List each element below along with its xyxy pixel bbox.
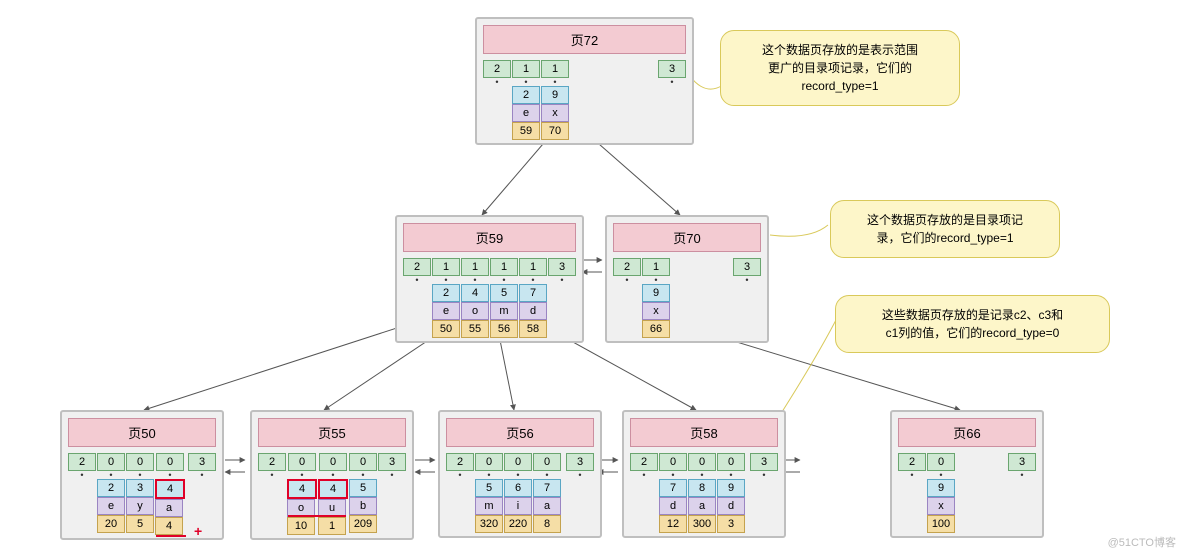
plus-icon: + [194,523,202,539]
watermark: @51CTO博客 [1108,534,1176,550]
val: 70 [541,122,569,140]
hdr: 2 [483,60,511,78]
page-title: 页72 [483,25,686,54]
page-56: 页56 2• 0• 5m320 0• 6i220 0• 7a8 3• [438,410,602,538]
val: 2 [512,86,540,104]
hdr: 1 [512,60,540,78]
page-title: 页59 [403,223,576,252]
highlighted-cell: 4 [287,479,317,499]
highlighted-cell: 4 [155,479,185,499]
page-59: 页59 2• 1• 2e50 1• 4o55 1• 5m56 1• 7d58 3… [395,215,584,343]
page-72: 页72 2• 1• 2 e 59 1• 9 x 70 3• [475,17,694,145]
hdr: 1 [541,60,569,78]
highlighted-cell: 4 [318,479,348,499]
val: e [512,104,540,122]
page-55: 页55 2• 0• 4o10 0• 4u1 0• 5b209 3• [250,410,414,540]
callout-1: 这个数据页存放的是表示范围 更广的目录项记录，它们的 record_type=1 [720,30,960,106]
val: x [541,104,569,122]
callout-2: 这个数据页存放的是目录项记 录，它们的record_type=1 [830,200,1060,258]
callout-3: 这些数据页存放的是记录c2、c3和 c1列的值，它们的record_type=0 [835,295,1110,353]
page-58: 页58 2• 0• 7d12 0• 8a300 0• 9d3 3• [622,410,786,538]
val: 59 [512,122,540,140]
tail: 3 [658,60,686,78]
page-66: 页66 2• 0• 9x100 3• [890,410,1044,538]
page-70: 页70 2• 1• 9x66 3• [605,215,769,343]
page-title: 页70 [613,223,761,252]
val: 9 [541,86,569,104]
page-50: 页50 2• 0• 2e20 0• 3y5 0• 4a4 3• + [60,410,224,540]
